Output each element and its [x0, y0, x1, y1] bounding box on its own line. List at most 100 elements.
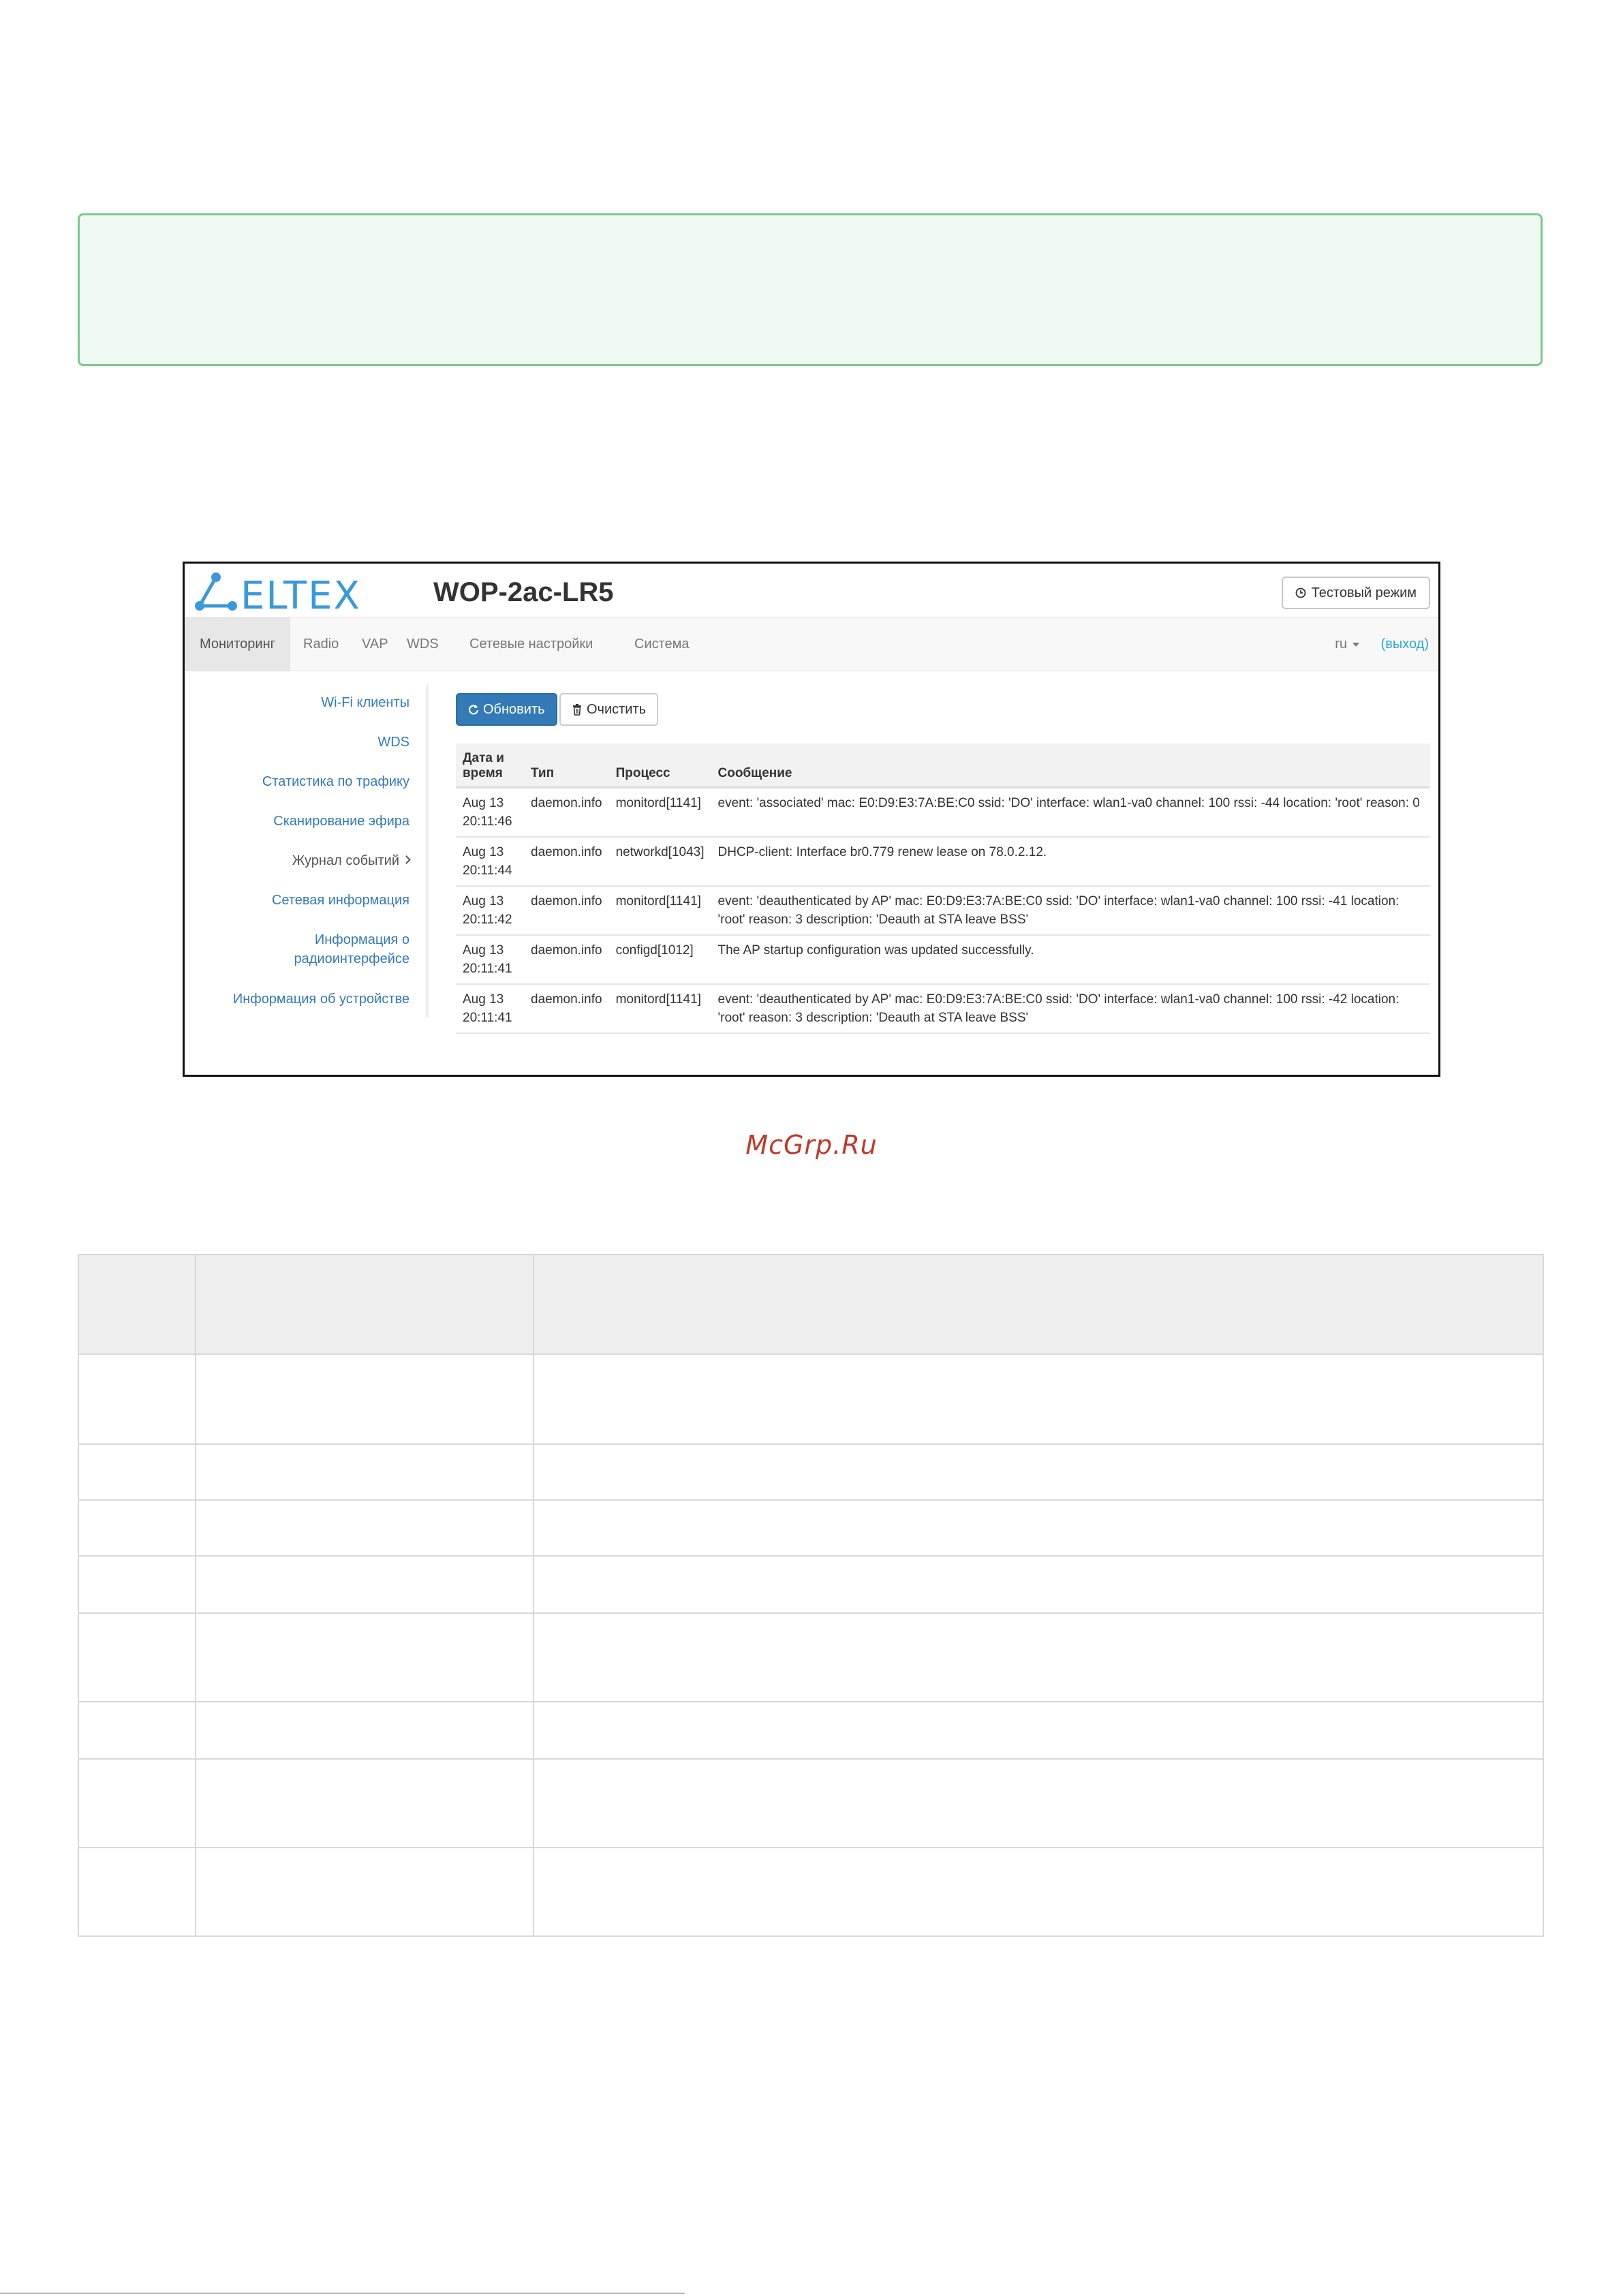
clear-label: Очистить	[587, 701, 647, 717]
sidebar-item-air-scan[interactable]: Сканирование эфира	[273, 812, 409, 831]
table-cell	[78, 1555, 196, 1614]
cell-message: event: 'associated' mac: E0:D9:E3:7A:BE:…	[711, 787, 1430, 838]
sidebar-item-event-log-label: Журнал событий	[292, 853, 399, 868]
table-cell	[533, 1701, 1544, 1760]
header-cell	[78, 1254, 196, 1355]
refresh-button[interactable]: Обновить	[456, 693, 557, 726]
nav-item-system[interactable]: Система	[619, 617, 705, 671]
notice-box	[78, 213, 1543, 366]
chevron-right-icon	[402, 855, 411, 865]
test-mode-button[interactable]: Тестовый режим	[1281, 577, 1430, 609]
sidebar: Wi-Fi клиенты WDS Статистика по трафику …	[185, 684, 429, 1017]
table-cell	[195, 1758, 534, 1848]
web-ui-screenshot: ELTEX WOP-2ac-LR5 Тестовый режим Монитор…	[183, 562, 1440, 1077]
table-cell	[533, 1353, 1544, 1445]
table-cell	[533, 1499, 1544, 1557]
table-cell	[78, 1612, 196, 1702]
table-row: Aug 13 20:11:46 daemon.info monitord[1141…	[456, 787, 1430, 838]
parameters-header-row	[78, 1254, 1544, 1355]
header-type: Тип	[524, 744, 609, 789]
table-cell	[533, 1555, 1544, 1614]
table-cell	[195, 1555, 534, 1614]
table-cell	[195, 1612, 534, 1702]
table-cell	[533, 1847, 1544, 1937]
nav-item-monitoring[interactable]: Мониторинг	[185, 617, 290, 671]
table-row	[78, 1555, 1544, 1614]
test-mode-label: Тестовый режим	[1311, 585, 1417, 600]
table-row: Aug 13 20:11:41 daemon.info configd[1012]…	[456, 934, 1430, 985]
language-dropdown[interactable]: ru	[1335, 617, 1359, 671]
table-row	[78, 1612, 1544, 1702]
table-cell	[78, 1847, 196, 1937]
cell-message: event: 'deauthenticated by AP' mac: E0:D…	[711, 983, 1430, 1034]
header-cell	[533, 1254, 1544, 1355]
cell-datetime: Aug 13 20:11:41	[456, 934, 524, 985]
header-cell	[195, 1254, 534, 1355]
table-cell	[533, 1612, 1544, 1702]
cell-process: monitord[1141]	[608, 983, 711, 1034]
cell-process: configd[1012]	[608, 934, 711, 985]
caret-down-icon	[1352, 642, 1359, 647]
sidebar-item-network-info[interactable]: Сетевая информация	[272, 891, 409, 910]
table-row: Aug 13 20:11:41 daemon.info monitord[1141…	[456, 983, 1430, 1034]
brand-text: ELTEX	[241, 574, 361, 614]
nav-item-network-settings[interactable]: Сетевые настройки	[454, 617, 608, 671]
cell-type: daemon.info	[524, 983, 609, 1034]
footer-rule	[0, 2293, 685, 2294]
refresh-icon	[468, 705, 479, 715]
header-datetime: Дата и время	[456, 744, 524, 789]
logout-link[interactable]: (выход)	[1381, 617, 1429, 671]
refresh-label: Обновить	[483, 701, 545, 717]
cell-type: daemon.info	[524, 934, 609, 985]
table-cell	[78, 1701, 196, 1760]
cell-datetime: Aug 13 20:11:44	[456, 836, 524, 887]
table-row	[78, 1701, 1544, 1760]
table-cell	[195, 1443, 534, 1501]
sidebar-item-event-log[interactable]: Журнал событий	[292, 851, 411, 870]
table-row	[78, 1443, 1544, 1501]
language-value: ru	[1335, 637, 1347, 652]
table-cell	[533, 1758, 1544, 1848]
header-message: Сообщение	[711, 744, 1430, 789]
cell-process: monitord[1141]	[608, 787, 711, 838]
table-row	[78, 1499, 1544, 1557]
table-row: Aug 13 20:11:42 daemon.info monitord[1141…	[456, 885, 1430, 936]
cell-message: DHCP-client: Interface br0.779 renew lea…	[711, 836, 1430, 887]
table-cell	[78, 1499, 196, 1557]
top-bar: ELTEX WOP-2ac-LR5 Тестовый режим	[185, 564, 1438, 617]
table-cell	[195, 1847, 534, 1937]
cell-datetime: Aug 13 20:11:42	[456, 885, 524, 936]
sidebar-item-wifi-clients[interactable]: Wi-Fi клиенты	[321, 693, 409, 712]
main-nav: Мониторинг Radio VAP WDS Сетевые настрой…	[185, 617, 1438, 671]
cell-process: networkd[1043]	[608, 836, 711, 887]
cell-message: event: 'deauthenticated by AP' mac: E0:D…	[711, 885, 1430, 936]
cell-message: The AP startup configuration was updated…	[711, 934, 1430, 985]
table-row: Aug 13 20:11:44 daemon.info networkd[1043…	[456, 836, 1430, 887]
watermark: McGrp.Ru	[745, 1130, 878, 1160]
cell-type: daemon.info	[524, 787, 609, 838]
trash-icon	[573, 704, 581, 716]
table-cell	[78, 1443, 196, 1501]
clear-button[interactable]: Очистить	[559, 693, 659, 726]
sidebar-item-radio-info[interactable]: Информация о радиоинтерфейсе	[294, 930, 409, 968]
cell-process: monitord[1141]	[608, 885, 711, 936]
sidebar-item-wds[interactable]: WDS	[377, 733, 409, 752]
eltex-logo: ELTEX	[195, 572, 361, 614]
table-cell	[195, 1499, 534, 1557]
sidebar-item-traffic-stats[interactable]: Статистика по трафику	[262, 772, 409, 791]
clock-icon	[1295, 587, 1306, 598]
table-cell	[78, 1758, 196, 1848]
cell-type: daemon.info	[524, 885, 609, 936]
header-process: Процесс	[608, 744, 711, 789]
nav-item-radio[interactable]: Radio	[288, 617, 354, 671]
parameters-table	[78, 1254, 1544, 1937]
device-title: WOP-2ac-LR5	[433, 577, 614, 607]
table-cell	[195, 1701, 534, 1760]
table-cell	[78, 1353, 196, 1445]
nav-item-wds[interactable]: WDS	[392, 617, 454, 671]
event-log-table: Дата и время Тип Процесс Сообщение Aug 1…	[456, 744, 1430, 1034]
table-row	[78, 1758, 1544, 1848]
sidebar-item-device-info[interactable]: Информация об устройстве	[233, 990, 409, 1009]
table-row	[78, 1847, 1544, 1937]
table-cell	[195, 1353, 534, 1445]
